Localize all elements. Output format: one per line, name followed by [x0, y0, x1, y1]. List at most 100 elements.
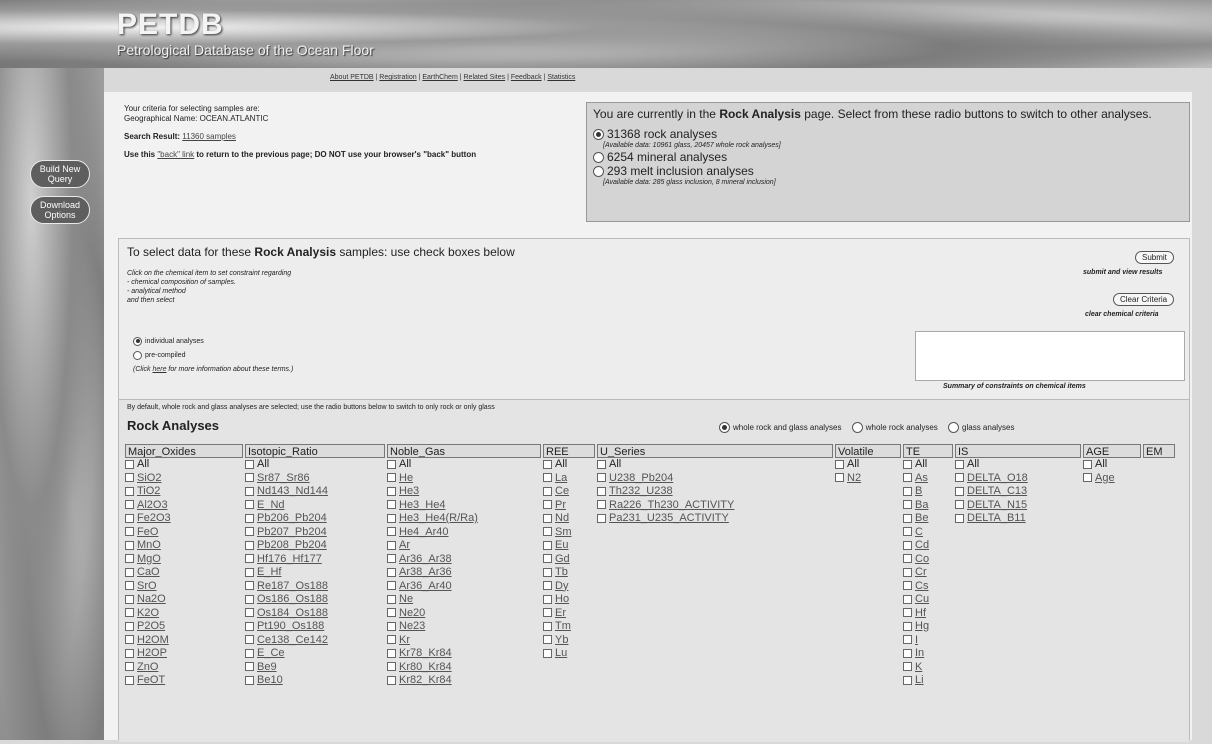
item-link[interactable]: Sm: [555, 526, 572, 538]
item-checkbox[interactable]: [903, 473, 912, 483]
item-checkbox[interactable]: [955, 486, 964, 496]
item-checkbox[interactable]: [387, 581, 396, 591]
chemical-item[interactable]: Be9: [245, 661, 385, 675]
item-checkbox[interactable]: [125, 527, 134, 537]
item-link[interactable]: Cs: [915, 580, 928, 592]
chemical-item[interactable]: I: [903, 634, 953, 648]
item-checkbox[interactable]: [903, 527, 912, 537]
item-checkbox[interactable]: [903, 621, 912, 631]
chemical-item[interactable]: Kr: [387, 634, 541, 648]
item-link[interactable]: He: [399, 472, 413, 484]
item-link[interactable]: H2OP: [137, 647, 167, 659]
item-checkbox[interactable]: [903, 662, 912, 672]
item-checkbox[interactable]: [245, 594, 254, 604]
item-checkbox[interactable]: [387, 662, 396, 672]
chemical-item[interactable]: Hf176_Hf177: [245, 553, 385, 567]
item-link[interactable]: ZnO: [137, 661, 158, 673]
chemical-item[interactable]: Ar38_Ar36: [387, 566, 541, 580]
chemical-item[interactable]: Pa231_U235_ACTIVITY: [597, 512, 833, 526]
item-checkbox[interactable]: [387, 500, 396, 510]
chemical-item[interactable]: Gd: [543, 553, 595, 567]
type-radio-whole-and-glass[interactable]: [719, 422, 730, 433]
item-checkbox[interactable]: [903, 486, 912, 496]
chemical-item[interactable]: He3_He4(R/Ra): [387, 512, 541, 526]
item-checkbox[interactable]: [245, 567, 254, 577]
item-checkbox[interactable]: [903, 513, 912, 523]
download-options-button[interactable]: Download Options: [30, 196, 90, 224]
item-checkbox[interactable]: [543, 608, 552, 618]
item-link[interactable]: Pr: [555, 499, 566, 511]
chemical-item[interactable]: Cu: [903, 593, 953, 607]
item-link[interactable]: U238_Pb204: [609, 472, 673, 484]
item-checkbox[interactable]: [125, 648, 134, 658]
item-checkbox[interactable]: [387, 473, 396, 483]
item-link[interactable]: Kr82_Kr84: [399, 674, 452, 686]
item-link[interactable]: Ar36_Ar38: [399, 553, 452, 565]
item-checkbox[interactable]: [1083, 459, 1092, 469]
item-checkbox[interactable]: [387, 459, 396, 469]
item-link[interactable]: Cr: [915, 566, 927, 578]
item-link[interactable]: Co: [915, 553, 929, 565]
item-link[interactable]: La: [555, 472, 567, 484]
nav-link-statistics[interactable]: Statistics: [547, 74, 575, 81]
item-checkbox[interactable]: [125, 567, 134, 577]
item-link[interactable]: Cu: [915, 593, 929, 605]
item-link[interactable]: CaO: [137, 566, 160, 578]
item-checkbox[interactable]: [903, 567, 912, 577]
chemical-item[interactable]: Li: [903, 674, 953, 688]
item-link[interactable]: He3_He4(R/Ra): [399, 512, 478, 524]
item-link[interactable]: B: [915, 485, 922, 497]
chemical-item[interactable]: U238_Pb204: [597, 472, 833, 486]
item-link[interactable]: Kr: [399, 634, 410, 646]
chemical-item[interactable]: Os184_Os188: [245, 607, 385, 621]
item-checkbox[interactable]: [125, 540, 134, 550]
back-link[interactable]: "back" link: [157, 150, 194, 159]
item-link[interactable]: E_Ce: [257, 647, 285, 659]
item-link[interactable]: DELTA_C13: [967, 485, 1027, 497]
item-checkbox[interactable]: [903, 608, 912, 618]
item-checkbox[interactable]: [125, 500, 134, 510]
item-link[interactable]: Na2O: [137, 593, 166, 605]
chemical-item[interactable]: Tb: [543, 566, 595, 580]
chemical-item[interactable]: All: [1083, 458, 1141, 472]
chemical-item[interactable]: All: [903, 458, 953, 472]
search-result-link[interactable]: 11360 samples: [182, 132, 236, 141]
item-checkbox[interactable]: [387, 513, 396, 523]
chemical-item[interactable]: Ar36_Ar38: [387, 553, 541, 567]
item-link[interactable]: Hf176_Hf177: [257, 553, 322, 565]
item-link[interactable]: Ce138_Ce142: [257, 634, 328, 646]
item-link[interactable]: He3_He4: [399, 499, 445, 511]
chemical-item[interactable]: Er: [543, 607, 595, 621]
item-checkbox[interactable]: [387, 648, 396, 658]
item-checkbox[interactable]: [543, 473, 552, 483]
item-checkbox[interactable]: [245, 486, 254, 496]
chemical-item[interactable]: Ar: [387, 539, 541, 553]
chemical-item[interactable]: In: [903, 647, 953, 661]
item-link[interactable]: Os186_Os188: [257, 593, 328, 605]
item-link[interactable]: Pb206_Pb204: [257, 512, 327, 524]
mineral-analyses-option[interactable]: 6254 mineral analyses: [593, 150, 1183, 164]
chemical-item[interactable]: All: [835, 458, 901, 472]
item-link[interactable]: K: [915, 661, 922, 673]
chemical-item[interactable]: FeOT: [125, 674, 243, 688]
item-checkbox[interactable]: [245, 648, 254, 658]
item-link[interactable]: I: [915, 634, 918, 646]
rock-analyses-option[interactable]: 31368 rock analyses: [593, 127, 1183, 141]
item-checkbox[interactable]: [245, 500, 254, 510]
item-checkbox[interactable]: [125, 459, 134, 469]
chemical-item[interactable]: Ra226_Th230_ACTIVITY: [597, 499, 833, 513]
item-link[interactable]: H2OM: [137, 634, 169, 646]
item-link[interactable]: Sr87_Sr86: [257, 472, 310, 484]
item-checkbox[interactable]: [543, 635, 552, 645]
chemical-item[interactable]: MnO: [125, 539, 243, 553]
item-checkbox[interactable]: [597, 513, 606, 523]
mineral-analyses-radio[interactable]: [593, 152, 604, 164]
constraints-summary-box[interactable]: [915, 331, 1185, 381]
item-checkbox[interactable]: [245, 473, 254, 483]
item-link[interactable]: P2O5: [137, 620, 165, 632]
chemical-item[interactable]: Ho: [543, 593, 595, 607]
item-link[interactable]: Fe2O3: [137, 512, 171, 524]
chemical-item[interactable]: He3_He4: [387, 499, 541, 513]
item-checkbox[interactable]: [543, 459, 552, 469]
item-link[interactable]: Th232_U238: [609, 485, 673, 497]
